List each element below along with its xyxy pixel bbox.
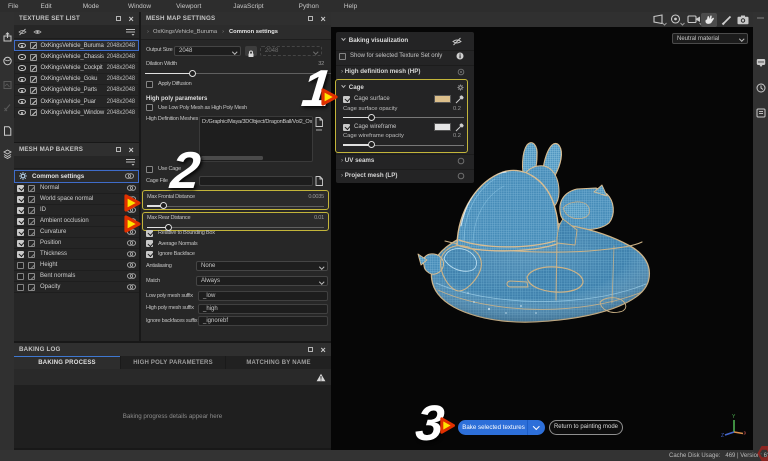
svg-text:Y: Y — [732, 414, 736, 420]
svg-text:X: X — [744, 431, 747, 437]
svg-text:Z: Z — [721, 433, 724, 439]
